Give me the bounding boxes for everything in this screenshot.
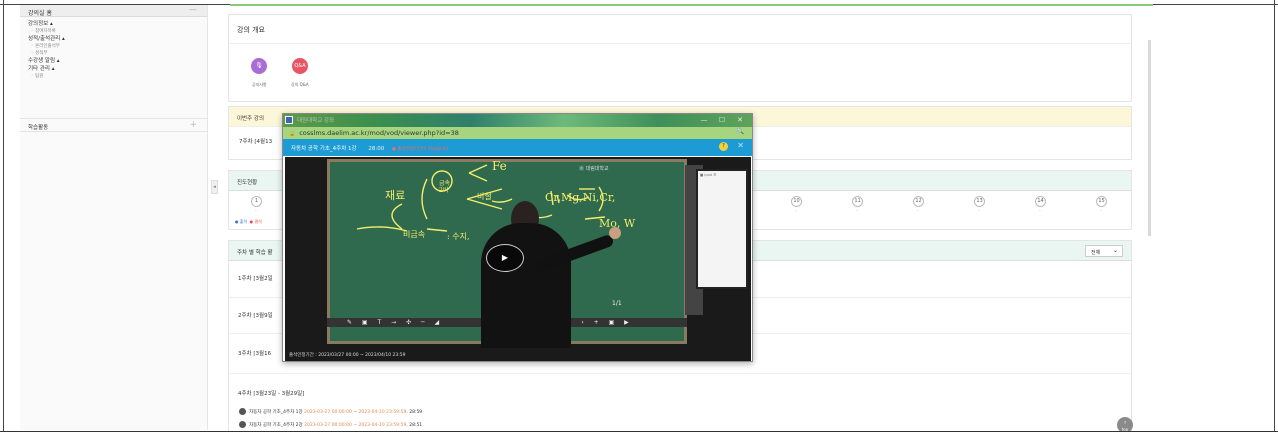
week-status: - [255, 208, 257, 214]
course-overview-panel: 강의 개요 🎙 공지사항 Q&A 강의 Q&A [228, 14, 1132, 102]
attendance-notice: ● 출석인정기간이 지났습니다 [391, 147, 449, 152]
lecture-period: 2023-03-27 00:00:00 ~ 2023-04-10 23:59:5… [304, 423, 408, 428]
collapse-minus-icon[interactable]: — [189, 5, 197, 14]
video-title: 자동차 공학 기초_4주차 1강 [291, 146, 357, 152]
svg-text:Fe: Fe [492, 159, 507, 173]
board-tools: ✎ ▣ T → ✣ ─ ◢ [347, 319, 444, 326]
week-status: - [1100, 208, 1102, 214]
qa-button[interactable]: Q&A [292, 58, 308, 74]
week-filter-select[interactable]: 전체 ⌄ [1085, 245, 1123, 257]
lock-icon: 🔒 [289, 131, 296, 137]
week-status: - [917, 208, 919, 214]
video-player[interactable]: ㊌ 대림대학교 Fe Cr,Mg,Ni,Cr, Mo, W 재료 금속 2비 비… [285, 157, 751, 348]
overview-title: 강의 개요 [237, 26, 265, 34]
week-progress-circle[interactable]: 14 [1035, 196, 1046, 207]
monitor-text: ■ ipad ☰ [700, 173, 717, 177]
sidebar-category[interactable]: 수강생 알림 ▴ [28, 57, 199, 65]
legend-absent: ● 결석 [249, 219, 262, 224]
lecture-period: 2023-03-27 00:00:00 ~ 2023-04-10 23:59:5… [304, 410, 408, 415]
expand-plus-icon[interactable]: + [189, 120, 197, 130]
play-button[interactable]: ▶ [486, 244, 524, 272]
minimize-icon[interactable]: — [696, 114, 712, 127]
svg-text:비금속: 비금속 [403, 230, 425, 239]
lecture-title: 자동차 공학 기초_4주차 2강 [249, 423, 303, 428]
zoom-icon[interactable]: 🔍 [737, 128, 744, 135]
lecture-item[interactable]: 자동차 공학 기초_4주차 2강 2023-03-27 00:00:00 ~ 2… [239, 421, 422, 428]
help-icon[interactable]: ? [719, 142, 728, 151]
video-viewer-window: 대림대학교 강좌 — ☐ ✕ 🔒 cosslms.daelim.ac.kr/mod… [282, 113, 753, 362]
window-titlebar[interactable]: 대림대학교 강좌 — ☐ ✕ [283, 114, 752, 127]
week-progress-circle[interactable]: 12 [913, 196, 924, 207]
sidebar-activity-label: 학습활동 [28, 125, 49, 131]
week-progress-circle[interactable]: 11 [852, 196, 863, 207]
lecture-duration: 28:59 [409, 410, 423, 415]
sidebar-item[interactable]: ◦ 성적부 [28, 50, 199, 57]
svg-text:비철: 비철 [477, 191, 492, 201]
week-status: - [856, 208, 858, 214]
frame-left-border [3, 0, 4, 434]
sidebar-category[interactable]: 기타 관리 ▴ [28, 65, 199, 73]
week-status: - [795, 208, 797, 214]
week4-title: 4주차 [3월23일 - 3월29일] [238, 391, 305, 397]
week-status: - [1039, 208, 1041, 214]
url-text: cosslms.daelim.ac.kr/mod/vod/viewer.php?… [299, 129, 459, 137]
svg-text:재료: 재료 [385, 189, 405, 202]
window-title: 대림대학교 강좌 [297, 118, 335, 124]
sidebar-category[interactable]: 성적/출석관리 ▴ [28, 35, 199, 43]
video-time: 28:00 [368, 146, 385, 152]
week-progress-circle[interactable]: 15 [1096, 196, 1107, 207]
maximize-icon[interactable]: ☐ [714, 114, 730, 127]
page-indicator: 1/1 [612, 300, 622, 307]
notice-button[interactable]: 🎙 [251, 58, 267, 74]
lecture-title: 자동차 공학 기초_4주차 1강 [249, 410, 303, 415]
week-filter-value: 전체 [1091, 250, 1101, 256]
svg-text:금속: 금속 [439, 179, 451, 187]
week-progress-circle[interactable]: 1 [251, 196, 262, 207]
notice-label: 공지사항 [252, 82, 267, 87]
svg-text:: 수지,: : 수지, [447, 232, 470, 241]
attendance-period-footer: 출석인정기간 : 2023/03/27 00:00 ~ 2023/04/10 2… [285, 348, 751, 361]
play-icon [239, 421, 246, 428]
arrow-up-icon: ↑ [1123, 420, 1127, 425]
sidebar-menu: 강의정보 ▴ ◦ 참여자목록 성적/출석관리 ▴ ◦ 온라인출석부 ◦ 성적부 수강생 알… [20, 17, 207, 83]
window-close-icon[interactable]: ✕ [732, 114, 748, 127]
sidebar-home-header[interactable]: 강의실 홈 — [20, 5, 207, 17]
video-info-bar: 자동차 공학 기초_4주차 1강 28:00 ● 출석인정기간이 지났습니다 ?… [283, 139, 752, 156]
lecture-item[interactable]: 자동차 공학 기초_4주차 1강 2023-03-27 00:00:00 ~ 2… [239, 408, 422, 415]
microphone-icon: 🎙 [255, 62, 263, 69]
sidebar-item[interactable]: ◦ 참여자목록 [28, 28, 199, 35]
sidebar-item[interactable]: ◦ 팀원 [28, 73, 199, 80]
svg-text:Cr,Mg,Ni,Cr,: Cr,Mg,Ni,Cr, [545, 191, 615, 204]
svg-text:2비: 2비 [439, 186, 448, 194]
week-status: - [978, 208, 980, 214]
sidebar-title: 강의실 홈 [28, 10, 52, 17]
chevron-down-icon: ⌄ [1112, 247, 1118, 254]
course-sidebar: 강의실 홈 — 강의정보 ▴ ◦ 참여자목록 성적/출석관리 ▴ ◦ 온라인출석부 ◦ … [20, 5, 208, 430]
sidebar-item-learning-activity[interactable]: 학습활동 + [20, 118, 207, 132]
player-close-icon[interactable]: ✕ [737, 141, 744, 150]
sidebar-toggle-handle[interactable]: ◂ [211, 180, 218, 194]
app-icon [285, 116, 293, 124]
progress-legend: ● 출석 ● 결석 [235, 219, 262, 225]
sidebar-item[interactable]: ◦ 온라인출석부 [28, 43, 199, 50]
divider [229, 43, 1131, 44]
page-accent-line [230, 4, 1153, 6]
page-scrollbar[interactable] [1148, 40, 1151, 236]
instructor-hand-image [609, 227, 621, 239]
frame-right-border [1274, 0, 1275, 434]
week-progress-circle[interactable]: 13 [974, 196, 985, 207]
lecture-duration: 28:51 [409, 423, 423, 428]
sidebar-category[interactable]: 강의정보 ▴ [28, 20, 199, 28]
instructor-image [481, 223, 571, 348]
week-progress-circle[interactable]: 10 [791, 196, 802, 207]
legend-attend: ● 출석 [235, 219, 248, 224]
address-bar[interactable]: 🔒 cosslms.daelim.ac.kr/mod/vod/viewer.php… [283, 127, 752, 139]
weekly-title: 주차 별 학습 활 [237, 250, 273, 256]
play-icon [239, 408, 246, 415]
side-monitor-image: ■ ipad ☰ [696, 169, 748, 289]
qa-label: 강의 Q&A [291, 82, 309, 87]
board-nav: ‹ › + ▣ ▶ [569, 319, 633, 326]
